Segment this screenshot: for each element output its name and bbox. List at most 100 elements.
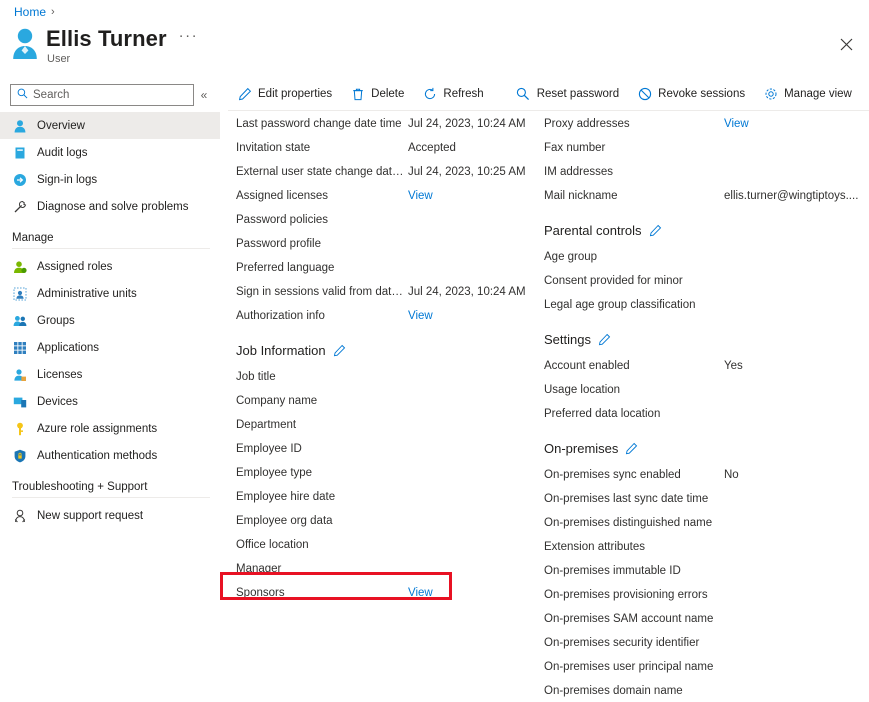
command-toolbar: Edit properties Delete Refresh Reset pas… — [228, 78, 869, 111]
property-row: Account enabled Yes — [544, 354, 864, 378]
property-row: Job title — [236, 365, 536, 389]
property-row: On-premises immutable ID — [544, 559, 864, 583]
pencil-icon[interactable] — [649, 224, 662, 237]
property-key: Department — [236, 419, 297, 431]
property-row: Sign in sessions valid from date ... Jul… — [236, 280, 536, 304]
property-row: On-premises sync enabled No — [544, 463, 864, 487]
property-row: Mail nickname ellis.turner@wingtiptoys..… — [544, 184, 864, 208]
property-row: External user state change date ... Jul … — [236, 160, 536, 184]
property-row: On-premises user principal name — [544, 655, 864, 679]
breadcrumb-home[interactable]: Home — [14, 5, 46, 19]
sidebar-item-assigned-roles[interactable]: Assigned roles — [0, 253, 220, 280]
sidebar-item-label: Applications — [37, 341, 100, 354]
property-row: Company name — [236, 389, 536, 413]
property-key: Account enabled — [544, 360, 630, 372]
sponsors-row: Sponsors View — [236, 581, 536, 605]
property-row: Password profile — [236, 232, 536, 256]
support-person-icon — [12, 508, 27, 523]
key-icon — [12, 421, 27, 436]
page-title: Ellis Turner — [46, 26, 167, 51]
sidebar-item-administrative-units[interactable]: Administrative units — [0, 280, 220, 307]
property-key: Fax number — [544, 142, 606, 154]
toolbar-button-label: Edit properties — [258, 88, 333, 100]
reset-password-button[interactable]: Reset password — [507, 79, 628, 109]
revoke-sessions-button[interactable]: Revoke sessions — [628, 79, 754, 109]
property-key: Last password change date time — [236, 118, 402, 130]
property-row: On-premises provisioning errors — [544, 583, 864, 607]
property-key: On-premises security identifier — [544, 637, 700, 649]
sidebar-item-overview[interactable]: Overview — [0, 112, 220, 139]
property-key: Extension attributes — [544, 541, 646, 553]
groups-icon — [12, 313, 27, 328]
proxy-addresses-view-link[interactable]: View — [724, 118, 749, 130]
property-key: Age group — [544, 251, 598, 263]
property-key: Assigned licenses — [236, 190, 329, 202]
property-row: Fax number — [544, 136, 864, 160]
sidebar: Search « Overview Audit logs Sign-in log… — [0, 78, 220, 702]
property-key: Job title — [236, 371, 276, 383]
wrench-icon — [12, 199, 27, 214]
assigned-licenses-view-link[interactable]: View — [408, 190, 433, 202]
sidebar-item-label: Devices — [37, 395, 78, 408]
property-row: IM addresses — [544, 160, 864, 184]
sidebar-item-label: Azure role assignments — [37, 422, 158, 435]
search-placeholder: Search — [33, 89, 70, 101]
toolbar-button-label: Refresh — [443, 88, 484, 100]
section-title: Settings — [544, 331, 591, 347]
sponsors-view-link[interactable]: View — [408, 587, 433, 599]
sidebar-item-azure-role-assignments[interactable]: Azure role assignments — [0, 415, 220, 442]
sidebar-item-groups[interactable]: Groups — [0, 307, 220, 334]
close-icon[interactable] — [832, 30, 860, 58]
property-value: Jul 24, 2023, 10:24 AM — [408, 286, 526, 298]
sidebar-group-manage: Manage — [12, 232, 54, 244]
property-key: Office location — [236, 539, 309, 551]
property-key: Employee org data — [236, 515, 333, 527]
section-title: On-premises — [544, 440, 619, 456]
property-key: Consent provided for minor — [544, 275, 683, 287]
property-key: Employee hire date — [236, 491, 336, 503]
property-row: Employee type — [236, 461, 536, 485]
settings-section-header: Settings — [544, 324, 864, 354]
property-row: On-premises distinguished name — [544, 511, 864, 535]
pencil-icon[interactable] — [598, 333, 611, 346]
details-left-column: Last password change date time Jul 24, 2… — [236, 112, 536, 605]
property-row: Authorization info View — [236, 304, 536, 328]
sidebar-item-new-support-request[interactable]: New support request — [0, 502, 220, 529]
section-title: Job Information — [236, 342, 326, 358]
refresh-icon — [422, 87, 437, 102]
collapse-sidebar-button[interactable]: « — [194, 88, 214, 102]
authorization-info-view-link[interactable]: View — [408, 310, 433, 322]
property-row: Proxy addresses View — [544, 112, 864, 136]
sidebar-item-applications[interactable]: Applications — [0, 334, 220, 361]
property-key: External user state change date ... — [236, 166, 408, 178]
search-input[interactable]: Search — [10, 84, 194, 106]
sidebar-item-label: Audit logs — [37, 146, 88, 159]
pencil-icon[interactable] — [625, 442, 638, 455]
sidebar-item-devices[interactable]: Devices — [0, 388, 220, 415]
edit-properties-button[interactable]: Edit properties — [228, 79, 341, 109]
property-row: Legal age group classification — [544, 293, 864, 317]
property-value: Yes — [724, 360, 743, 372]
sidebar-item-authentication-methods[interactable]: Authentication methods — [0, 442, 220, 469]
sidebar-item-label: Licenses — [37, 368, 83, 381]
manage-view-button[interactable]: Manage view — [754, 79, 861, 109]
sidebar-item-diagnose-and-solve-problems[interactable]: Diagnose and solve problems — [0, 193, 220, 220]
sidebar-item-sign-in-logs[interactable]: Sign-in logs — [0, 166, 220, 193]
property-row: Invitation state Accepted — [236, 136, 536, 160]
delete-button[interactable]: Delete — [341, 79, 413, 109]
refresh-button[interactable]: Refresh — [413, 79, 492, 109]
trash-icon — [350, 87, 365, 102]
property-key: On-premises sync enabled — [544, 469, 681, 481]
property-row: Extension attributes — [544, 535, 864, 559]
section-title: Parental controls — [544, 222, 642, 238]
sidebar-item-licenses[interactable]: Licenses — [0, 361, 220, 388]
property-key: Sign in sessions valid from date ... — [236, 286, 408, 298]
property-key: Mail nickname — [544, 190, 618, 202]
pencil-icon[interactable] — [333, 344, 346, 357]
title-more-button[interactable]: ··· — [179, 28, 199, 47]
property-row: Manager — [236, 557, 536, 581]
shield-lock-icon — [12, 448, 27, 463]
property-key: Usage location — [544, 384, 621, 396]
sidebar-item-label: Groups — [37, 314, 75, 327]
sidebar-item-audit-logs[interactable]: Audit logs — [0, 139, 220, 166]
